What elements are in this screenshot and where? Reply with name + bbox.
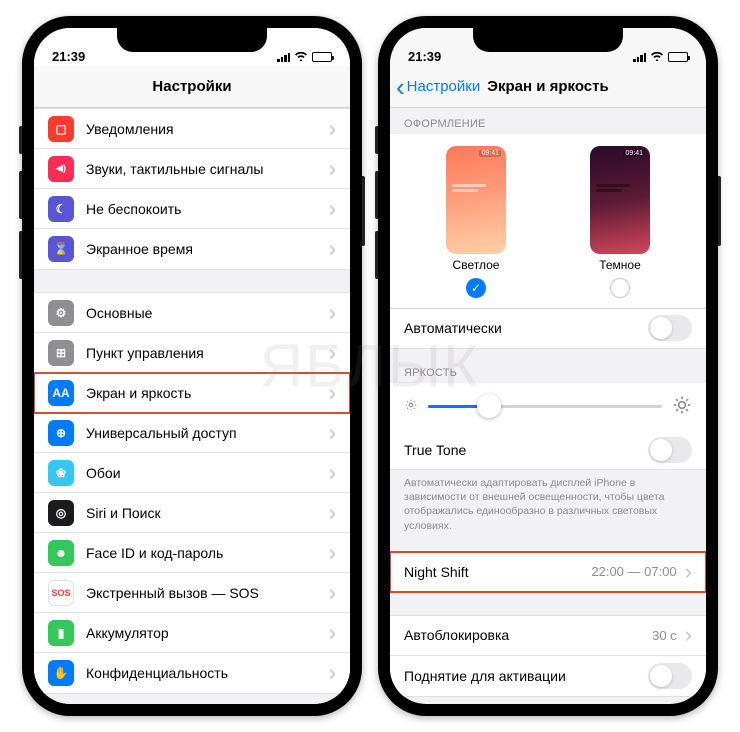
truetone-label: True Tone — [404, 442, 648, 458]
settings-row-dnd[interactable]: ☾ Не беспокоить — [34, 189, 350, 229]
automatic-row[interactable]: Автоматически — [390, 309, 706, 349]
appearance-light[interactable]: 09:41 Светлое — [446, 146, 506, 298]
sos-icon: SOS — [48, 580, 74, 606]
row-label: Звуки, тактильные сигналы — [86, 161, 325, 177]
back-button[interactable]: Настройки — [390, 74, 480, 100]
wifi-icon — [294, 50, 308, 64]
settings-row-screentime[interactable]: ⌛ Экранное время — [34, 229, 350, 269]
settings-row-wallpaper[interactable]: ❀ Обои — [34, 453, 350, 493]
settings-row-sounds[interactable]: ◀︎) Звуки, тактильные сигналы — [34, 149, 350, 189]
notifications-icon: ▢ — [48, 116, 74, 142]
row-label: Основные — [86, 305, 325, 321]
settings-row-sos[interactable]: SOS Экстренный вызов — SOS — [34, 573, 350, 613]
wallpaper-icon: ❀ — [48, 460, 74, 486]
brightness-low-icon — [404, 398, 418, 415]
settings-row-siri[interactable]: ◎ Siri и Поиск — [34, 493, 350, 533]
controlcenter-icon: ⊞ — [48, 340, 74, 366]
truetone-footnote: Автоматически адаптировать дисплей iPhon… — [390, 470, 706, 533]
dnd-icon: ☾ — [48, 196, 74, 222]
row-label: Уведомления — [86, 121, 325, 137]
wifi-icon — [650, 50, 664, 64]
row-label: Аккумулятор — [86, 625, 325, 641]
status-time: 21:39 — [52, 49, 107, 64]
settings-row-display[interactable]: AA Экран и яркость — [34, 373, 350, 413]
settings-row-controlcenter[interactable]: ⊞ Пункт управления — [34, 333, 350, 373]
nightshift-label: Night Shift — [404, 564, 591, 580]
truetone-row[interactable]: True Tone — [390, 430, 706, 470]
section-header: ЯРКОСТЬ — [390, 349, 706, 383]
section-header: ОФОРМЛЕНИЕ — [390, 108, 706, 134]
display-icon: AA — [48, 380, 74, 406]
privacy-icon: ✋ — [48, 660, 74, 686]
screentime-icon: ⌛ — [48, 236, 74, 262]
autolock-label: Автоблокировка — [404, 627, 652, 643]
battery-icon: ▮ — [48, 620, 74, 646]
general-icon: ⚙ — [48, 300, 74, 326]
settings-row-accessibility[interactable]: ⊕ Универсальный доступ — [34, 413, 350, 453]
settings-row-notifications[interactable]: ▢ Уведомления — [34, 109, 350, 149]
radio-unchecked-icon[interactable] — [610, 278, 630, 298]
brightness-slider-row — [390, 383, 706, 430]
settings-row-battery[interactable]: ▮ Аккумулятор — [34, 613, 350, 653]
sounds-icon: ◀︎) — [48, 156, 74, 182]
toggle-off-icon[interactable] — [648, 663, 692, 689]
navbar: Настройки — [34, 66, 350, 108]
brightness-high-icon — [672, 395, 692, 418]
notch — [117, 28, 267, 52]
appearance-selector: 09:41 Светлое 09:41 Темное — [390, 134, 706, 308]
siri-icon: ◎ — [48, 500, 74, 526]
settings-row-privacy[interactable]: ✋ Конфиденциальность — [34, 653, 350, 693]
row-label: Конфиденциальность — [86, 665, 325, 681]
raise-row[interactable]: Поднятие для активации — [390, 656, 706, 696]
row-label: Экран и яркость — [86, 385, 325, 401]
row-label: Siri и Поиск — [86, 505, 325, 521]
row-label: Универсальный доступ — [86, 425, 325, 441]
toggle-off-icon[interactable] — [648, 437, 692, 463]
notch — [473, 28, 623, 52]
faceid-icon: ☻ — [48, 540, 74, 566]
page-title: Настройки — [34, 78, 350, 95]
autolock-value: 30 с — [652, 628, 677, 643]
accessibility-icon: ⊕ — [48, 420, 74, 446]
settings-row-faceid[interactable]: ☻ Face ID и код-пароль — [34, 533, 350, 573]
brightness-slider[interactable] — [428, 405, 662, 408]
automatic-label: Автоматически — [404, 320, 648, 336]
row-label: Экстренный вызов — SOS — [86, 585, 325, 601]
row-label: Пункт управления — [86, 345, 325, 361]
appearance-dark[interactable]: 09:41 Темное — [590, 146, 650, 298]
nightshift-row[interactable]: Night Shift 22:00 — 07:00 — [390, 552, 706, 592]
phone-display: 21:39 Настройки Экран и яркость О — [378, 16, 718, 716]
radio-checked-icon[interactable] — [466, 278, 486, 298]
appearance-dark-label: Темное — [590, 258, 650, 272]
chevron-left-icon — [396, 74, 405, 100]
nightshift-value: 22:00 — 07:00 — [591, 564, 676, 579]
toggle-off-icon[interactable] — [648, 315, 692, 341]
row-label: Обои — [86, 465, 325, 481]
navbar: Настройки Экран и яркость — [390, 66, 706, 108]
autolock-row[interactable]: Автоблокировка 30 с — [390, 616, 706, 656]
row-label: Не беспокоить — [86, 201, 325, 217]
settings-row-general[interactable]: ⚙ Основные — [34, 293, 350, 333]
appearance-light-label: Светлое — [446, 258, 506, 272]
signal-icon — [277, 52, 290, 62]
row-label: Экранное время — [86, 241, 325, 257]
battery-icon — [668, 52, 688, 62]
signal-icon — [633, 52, 646, 62]
row-label: Face ID и код-пароль — [86, 545, 325, 561]
battery-icon — [312, 52, 332, 62]
back-label: Настройки — [407, 78, 481, 95]
phone-settings: 21:39 Настройки ▢ Уведомления ◀︎) Звуки, та… — [22, 16, 362, 716]
raise-label: Поднятие для активации — [404, 668, 648, 684]
status-time: 21:39 — [408, 49, 463, 64]
